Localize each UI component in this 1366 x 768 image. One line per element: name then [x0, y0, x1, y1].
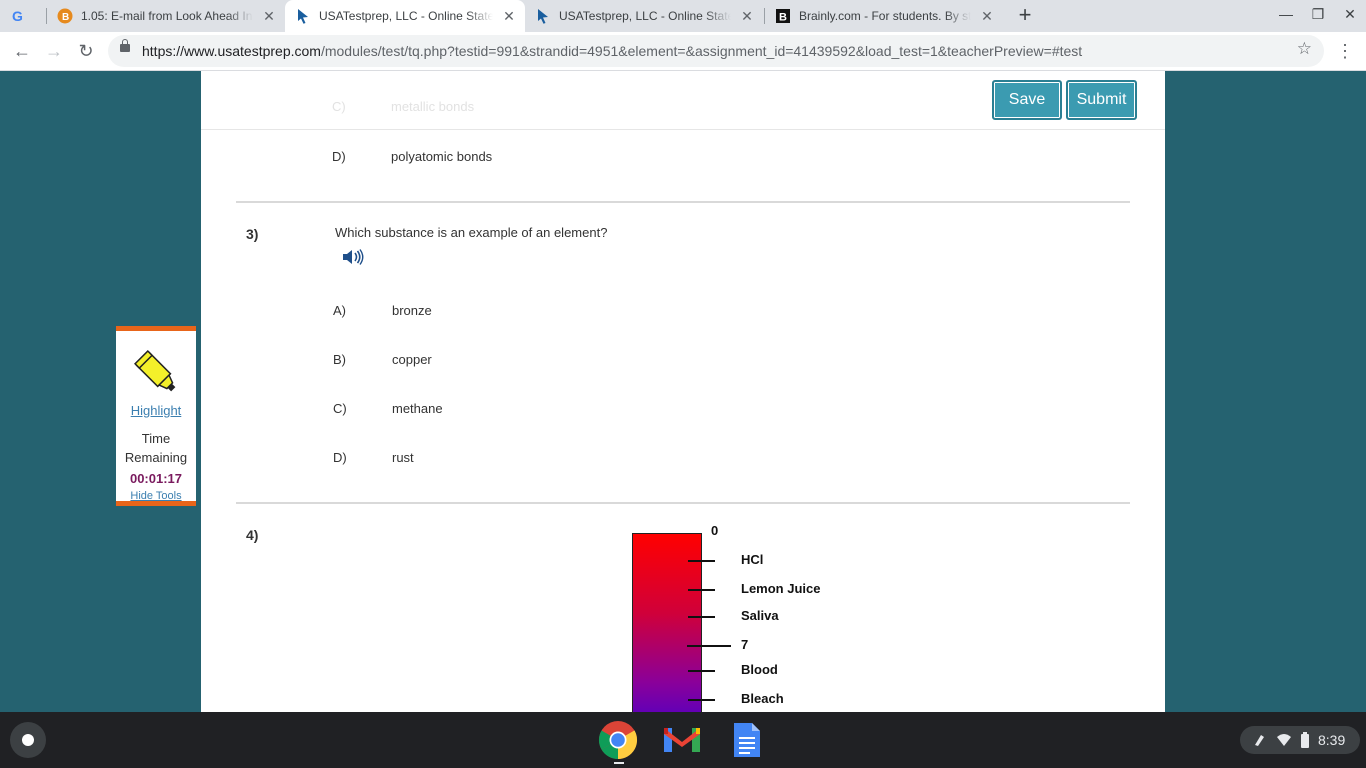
question-divider [236, 502, 1130, 504]
tools-panel: Highlight Time Remaining 00:01:17 Hide T… [116, 326, 196, 506]
question-text: Which substance is an example of an elem… [335, 225, 608, 240]
docs-icon[interactable] [726, 720, 766, 760]
course-icon: B [57, 8, 73, 24]
ph-scale-top-label: 0 [711, 523, 719, 538]
url-domain: https://www.usatestprep.com [142, 43, 321, 59]
save-bar: C) metallic bonds Save Submit [201, 71, 1165, 130]
bookmark-star-icon[interactable]: ☆ [1297, 39, 1312, 59]
url-text[interactable]: https://www.usatestprep.com/modules/test… [142, 43, 1082, 59]
option-letter: D) [333, 450, 347, 465]
status-tray[interactable]: 8:39 [1240, 726, 1360, 754]
option-letter: B) [333, 352, 346, 367]
new-tab-button[interactable]: + [1013, 4, 1037, 28]
tab-course[interactable]: B 1.05: E-mail from Look Ahead In ✕ [47, 0, 285, 32]
minimize-icon[interactable]: — [1276, 6, 1296, 22]
chrome-icon[interactable] [598, 720, 638, 760]
option-text[interactable]: copper [392, 352, 432, 367]
question-divider [236, 201, 1130, 203]
close-tab-icon[interactable]: ✕ [501, 8, 517, 24]
ph-tick-mark [688, 670, 715, 672]
option-text: metallic bonds [391, 99, 475, 114]
close-window-icon[interactable]: ✕ [1340, 6, 1360, 23]
test-page: D) polyatomic bonds 3) Which substance i… [201, 71, 1165, 712]
close-tab-icon[interactable]: ✕ [979, 8, 995, 24]
restore-icon[interactable]: ❐ [1308, 6, 1328, 23]
active-app-indicator [614, 762, 624, 764]
svg-text:G: G [12, 8, 23, 24]
url-path: /modules/test/tq.php?testid=991&strandid… [320, 43, 1083, 59]
time-remaining-label: Time Remaining [124, 431, 188, 465]
ph-label: Blood [741, 662, 778, 677]
option-letter: D) [332, 149, 346, 164]
option-text[interactable]: polyatomic bonds [391, 149, 492, 164]
battery-icon [1301, 732, 1309, 748]
address-bar[interactable]: https://www.usatestprep.com/modules/test… [108, 35, 1324, 67]
svg-text:B: B [779, 12, 787, 24]
svg-text:B: B [62, 12, 69, 23]
ph-label: 7 [741, 637, 749, 652]
google-icon: G [10, 8, 26, 24]
tab-strip: G B 1.05: E-mail from Look Ahead In ✕ US… [0, 0, 1366, 32]
timer: 00:01:17 [129, 471, 183, 486]
cursor-icon [295, 8, 311, 24]
highlighter-icon[interactable] [130, 347, 184, 399]
ph-tick-mark [687, 645, 731, 647]
option-text[interactable]: methane [392, 401, 443, 416]
option-text[interactable]: rust [392, 450, 414, 465]
option-letter: A) [333, 303, 346, 318]
menu-icon[interactable]: ⋮ [1336, 39, 1354, 63]
back-icon[interactable]: ← [10, 39, 34, 63]
tab-title: USATestprep, LLC - Online State-S [319, 9, 493, 23]
ph-tick-mark [688, 699, 715, 701]
hide-tools-link[interactable]: Hide Tools [116, 490, 196, 502]
clock: 8:39 [1318, 732, 1346, 748]
ph-label: Lemon Juice [741, 581, 821, 596]
close-tab-icon[interactable]: ✕ [739, 8, 755, 24]
ph-label: HCl [741, 552, 764, 567]
ph-tick-mark [688, 560, 715, 562]
lock-icon [120, 39, 130, 52]
browser-toolbar: ← → ↻ https://www.usatestprep.com/module… [0, 32, 1366, 71]
option-text[interactable]: bronze [392, 303, 432, 318]
submit-button[interactable]: Submit [1066, 80, 1137, 120]
tab-google[interactable]: G [0, 0, 46, 32]
os-shelf: 8:39 [0, 712, 1366, 768]
option-letter: C) [333, 401, 347, 416]
ph-tick-mark [688, 616, 715, 618]
tab-title: Brainly.com - For students. By stu [799, 9, 971, 23]
save-button[interactable]: Save [992, 80, 1062, 120]
ph-label: Bleach [741, 691, 784, 706]
speaker-icon[interactable] [342, 248, 364, 266]
tab-usatestprep[interactable]: USATestprep, LLC - Online State-S ✕ [525, 0, 763, 32]
close-tab-icon[interactable]: ✕ [261, 8, 277, 24]
wifi-icon [1277, 734, 1291, 746]
launcher-icon[interactable] [10, 722, 46, 758]
brainly-icon: B [775, 8, 791, 24]
tab-title: 1.05: E-mail from Look Ahead In [81, 9, 253, 23]
forward-icon[interactable]: → [42, 39, 66, 63]
reload-icon[interactable]: ↻ [74, 39, 98, 63]
gmail-icon[interactable] [662, 720, 702, 760]
tab-brainly[interactable]: B Brainly.com - For students. By stu ✕ [765, 0, 1003, 32]
stylus-icon [1255, 735, 1264, 746]
question-number: 3) [246, 226, 259, 242]
highlight-link[interactable]: Highlight [116, 403, 196, 418]
tab-title: USATestprep, LLC - Online State-S [559, 9, 731, 23]
question-number: 4) [246, 527, 259, 543]
ph-tick-mark [688, 589, 715, 591]
ph-label: Saliva [741, 608, 779, 623]
cursor-icon [535, 8, 551, 24]
option-letter: C) [332, 99, 346, 114]
tab-usatestprep-active[interactable]: USATestprep, LLC - Online State-S ✕ [285, 0, 525, 32]
